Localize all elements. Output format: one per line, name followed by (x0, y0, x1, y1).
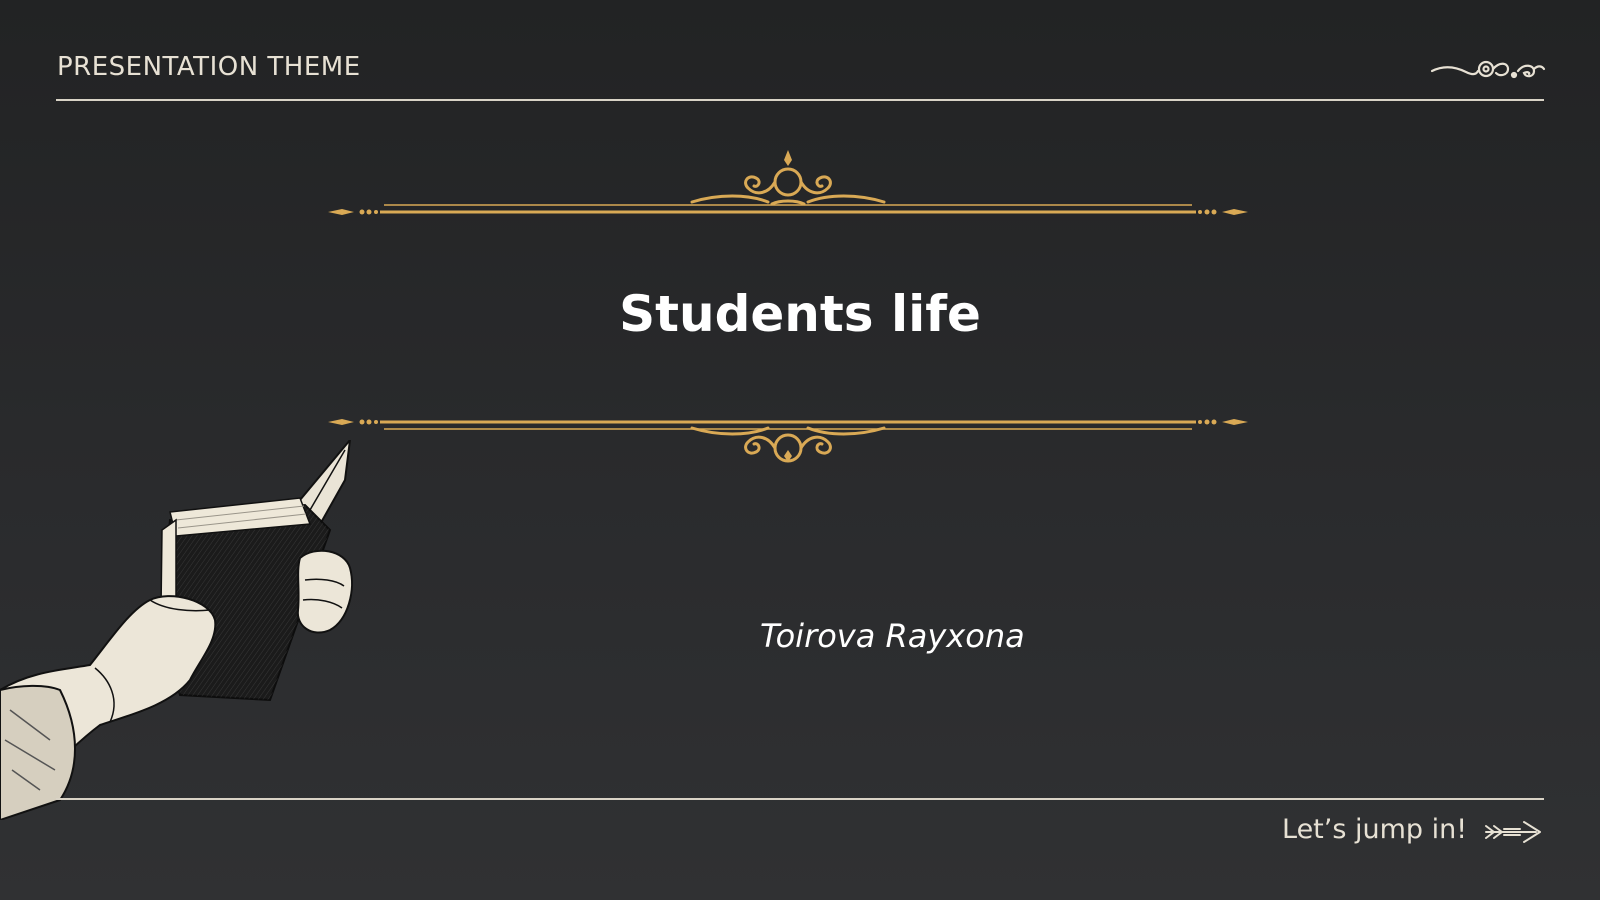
slide: PRESENTATION THEME Students life Toirova… (0, 0, 1600, 900)
bottom-ornament-icon (328, 419, 1248, 463)
flourish-icon (1430, 60, 1546, 79)
arrow-icon[interactable] (1484, 818, 1544, 846)
header-title: PRESENTATION THEME (57, 52, 361, 82)
top-ornament-icon (328, 150, 1248, 215)
header-divider (56, 99, 1544, 101)
author-name: Toirova Rayxona (760, 617, 1025, 655)
jump-in-link[interactable]: Let’s jump in! (1282, 814, 1467, 845)
hand-holding-book-illustration (0, 440, 353, 820)
slide-title: Students life (619, 285, 981, 343)
footer-divider (56, 798, 1544, 800)
